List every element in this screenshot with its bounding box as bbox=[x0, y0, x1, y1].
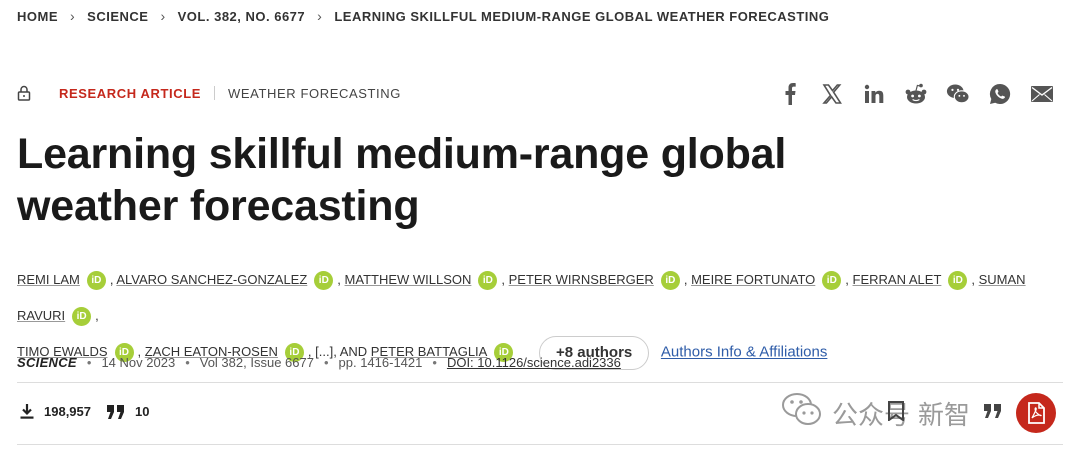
separator-dot: • bbox=[432, 355, 437, 370]
doi-link[interactable]: DOI: 10.1126/science.adi2336 bbox=[447, 355, 621, 370]
chevron-right-icon: › bbox=[70, 8, 76, 24]
breadcrumb-current: LEARNING SKILLFUL MEDIUM-RANGE GLOBAL WE… bbox=[334, 8, 830, 24]
page-range: pp. 1416-1421 bbox=[338, 355, 423, 370]
orcid-icon[interactable]: iD bbox=[822, 271, 842, 291]
publication-info: SCIENCE • 14 Nov 2023 • Vol 382, Issue 6… bbox=[17, 355, 621, 370]
chevron-right-icon: › bbox=[317, 8, 323, 24]
bookmark-icon[interactable] bbox=[887, 400, 904, 426]
article-metrics: 198,957 10 bbox=[20, 404, 165, 419]
watermark-text-2: 新智 bbox=[917, 399, 970, 430]
x-icon[interactable] bbox=[820, 82, 844, 106]
chevron-right-icon: › bbox=[160, 8, 166, 24]
journal-name[interactable]: SCIENCE bbox=[17, 355, 77, 370]
wechat-logo-icon bbox=[782, 393, 822, 434]
downloads-metric[interactable]: 198,957 bbox=[20, 404, 91, 419]
divider bbox=[17, 382, 1063, 383]
article-meta-row: RESEARCH ARTICLE WEATHER FORECASTING bbox=[17, 84, 401, 102]
download-icon bbox=[20, 404, 34, 419]
breadcrumb: HOME › SCIENCE › VOL. 382, NO. 6677 › LE… bbox=[17, 8, 829, 24]
breadcrumb-science[interactable]: SCIENCE bbox=[87, 9, 148, 24]
orcid-icon[interactable]: iD bbox=[660, 271, 680, 291]
downloads-count: 198,957 bbox=[44, 404, 91, 419]
cite-icon[interactable] bbox=[984, 403, 1002, 423]
share-toolbar bbox=[778, 82, 1054, 106]
wechat-icon[interactable] bbox=[946, 82, 970, 106]
article-tools: 新智 bbox=[887, 393, 1056, 433]
orcid-icon[interactable]: iD bbox=[478, 271, 498, 291]
author-link[interactable]: MEIRE FORTUNATO bbox=[691, 272, 815, 287]
reddit-icon[interactable] bbox=[904, 82, 928, 106]
lock-icon bbox=[17, 84, 35, 102]
authors-affiliations-link[interactable]: Authors Info & Affiliations bbox=[661, 344, 828, 361]
pdf-icon bbox=[1028, 402, 1045, 424]
quote-icon bbox=[107, 404, 124, 419]
separator-dot: • bbox=[323, 355, 329, 370]
pdf-download-button[interactable] bbox=[1016, 393, 1056, 433]
orcid-icon[interactable]: iD bbox=[72, 307, 92, 327]
author-link[interactable]: REMI LAM bbox=[17, 272, 80, 287]
breadcrumb-volume[interactable]: VOL. 382, NO. 6677 bbox=[178, 9, 306, 24]
orcid-icon[interactable]: iD bbox=[314, 271, 334, 291]
volume-issue[interactable]: Vol 382, Issue 6677 bbox=[200, 355, 314, 370]
orcid-icon[interactable]: iD bbox=[86, 271, 106, 291]
orcid-icon[interactable]: iD bbox=[948, 271, 968, 291]
divider bbox=[17, 444, 1063, 445]
separator-dot: • bbox=[185, 355, 190, 370]
facebook-icon[interactable] bbox=[778, 82, 802, 106]
author-link[interactable]: PETER WIRNSBERGER bbox=[509, 272, 654, 287]
article-type[interactable]: RESEARCH ARTICLE bbox=[59, 86, 201, 101]
article-topic[interactable]: WEATHER FORECASTING bbox=[228, 86, 401, 101]
email-icon[interactable] bbox=[1030, 82, 1054, 106]
author-link[interactable]: FERRAN ALET bbox=[853, 272, 942, 287]
citations-metric[interactable]: 10 bbox=[107, 404, 149, 419]
divider bbox=[214, 86, 216, 100]
author-link[interactable]: ALVARO SANCHEZ-GONZALEZ bbox=[116, 272, 307, 287]
separator-dot: • bbox=[86, 355, 92, 370]
citations-count: 10 bbox=[135, 404, 150, 419]
breadcrumb-home[interactable]: HOME bbox=[17, 9, 58, 24]
author-link[interactable]: MATTHEW WILLSON bbox=[345, 272, 472, 287]
publication-date: 14 Nov 2023 bbox=[101, 355, 176, 370]
page-title: Learning skillful medium-range global we… bbox=[17, 130, 787, 230]
whatsapp-icon[interactable] bbox=[988, 82, 1012, 106]
linkedin-icon[interactable] bbox=[862, 82, 886, 106]
